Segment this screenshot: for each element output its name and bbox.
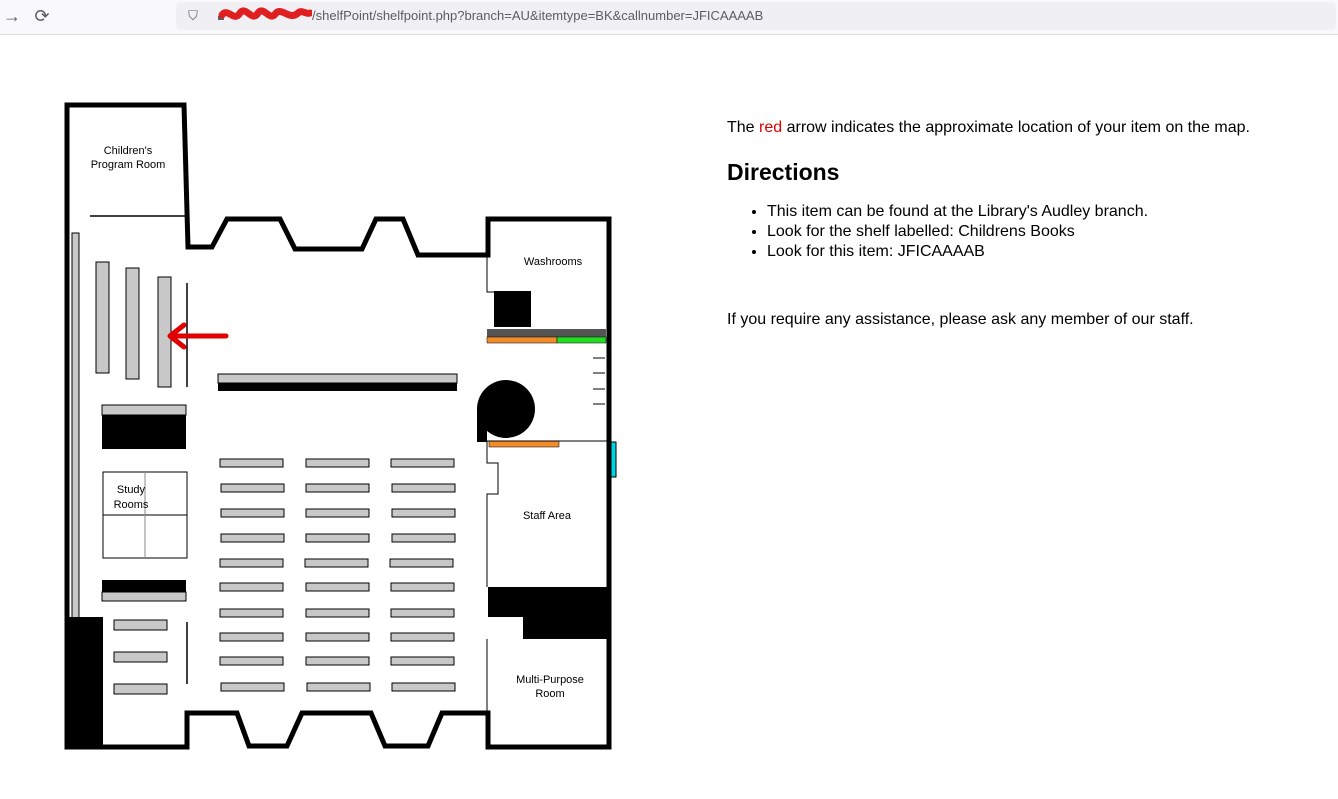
washroom-block: [494, 291, 531, 327]
display-shelf-block: [102, 415, 186, 449]
study-rooms-label-2: Rooms: [114, 499, 149, 511]
item-location-arrow: [167, 322, 229, 350]
direction-item: Look for this item: JFICAAAAB: [767, 242, 1327, 262]
multipurpose-label-2: Room: [535, 688, 564, 700]
directions-panel: The red arrow indicates the approximate …: [727, 118, 1327, 330]
study-shelf-block: [102, 580, 186, 592]
staff-area-label: Staff Area: [523, 510, 572, 522]
staff-black-block: [488, 587, 609, 639]
washroom-wall: [486, 255, 494, 293]
childrens-program-label-2: Program Room: [91, 159, 166, 171]
washrooms-label: Washrooms: [524, 256, 583, 268]
counter-green: [556, 336, 607, 344]
url-bar[interactable]: ⛉ 🔒︎ /shelfPoint/shelfpoint.php?branch=A…: [176, 2, 1336, 30]
small-shelf-2: [113, 651, 168, 663]
legend-suffix: arrow indicates the approximate location…: [782, 119, 1250, 136]
staff-counter-orange: [488, 440, 560, 448]
childrens-program-label-1: Children's: [104, 145, 153, 157]
assistance-text: If you require any assistance, please as…: [727, 311, 1194, 328]
long-shelf-base: [218, 383, 457, 391]
kids-shelf-2: [125, 267, 140, 380]
shield-icon[interactable]: ⛉: [184, 7, 202, 25]
legend-prefix: The: [727, 119, 760, 136]
library-floor-map: Children's Program Room Washrooms Study …: [0, 34, 640, 794]
redaction-scribble: [218, 7, 312, 20]
direction-shelf: Look for the shelf labelled: Childrens B…: [767, 222, 1327, 242]
arrow-legend: The red arrow indicates the approximate …: [727, 118, 1327, 138]
browser-toolbar: → ⟳ ⛉ 🔒︎ /shelfPoint/shelfpoint.php?bran…: [0, 0, 1338, 35]
display-shelf-top: [101, 404, 187, 416]
counter-orange: [486, 336, 558, 344]
info-desk-base: [477, 409, 487, 442]
legend-red-word: red: [759, 119, 783, 136]
reload-icon[interactable]: ⟳: [30, 4, 54, 28]
long-shelf: [217, 373, 458, 384]
forward-arrow-icon[interactable]: →: [0, 4, 24, 28]
staff-wall: [486, 441, 499, 587]
multipurpose-label-1: Multi-Purpose: [516, 674, 584, 686]
study-rooms-label-1: Study: [117, 484, 146, 496]
study-shelf-top: [101, 591, 187, 602]
kids-shelf-3: [157, 276, 172, 388]
direction-branch: This item can be found at the Library's …: [767, 202, 1327, 222]
counter-gray: [487, 329, 606, 337]
floor-map-svg: Children's Program Room Washrooms Study …: [64, 102, 617, 750]
kids-shelf-1: [95, 261, 110, 374]
left-wall-shelf: [71, 232, 80, 619]
lower-left-block: [67, 617, 103, 747]
url-text[interactable]: /shelfPoint/shelfpoint.php?branch=AU&ite…: [312, 8, 763, 23]
small-shelf-3: [113, 683, 168, 695]
stair-ticks: [593, 357, 605, 405]
directions-list: This item can be found at the Library's …: [727, 202, 1327, 262]
directions-heading: Directions: [727, 159, 840, 185]
small-shelf-1: [113, 619, 168, 631]
stack-shelves: [219, 458, 456, 692]
cyan-door: [610, 441, 617, 478]
